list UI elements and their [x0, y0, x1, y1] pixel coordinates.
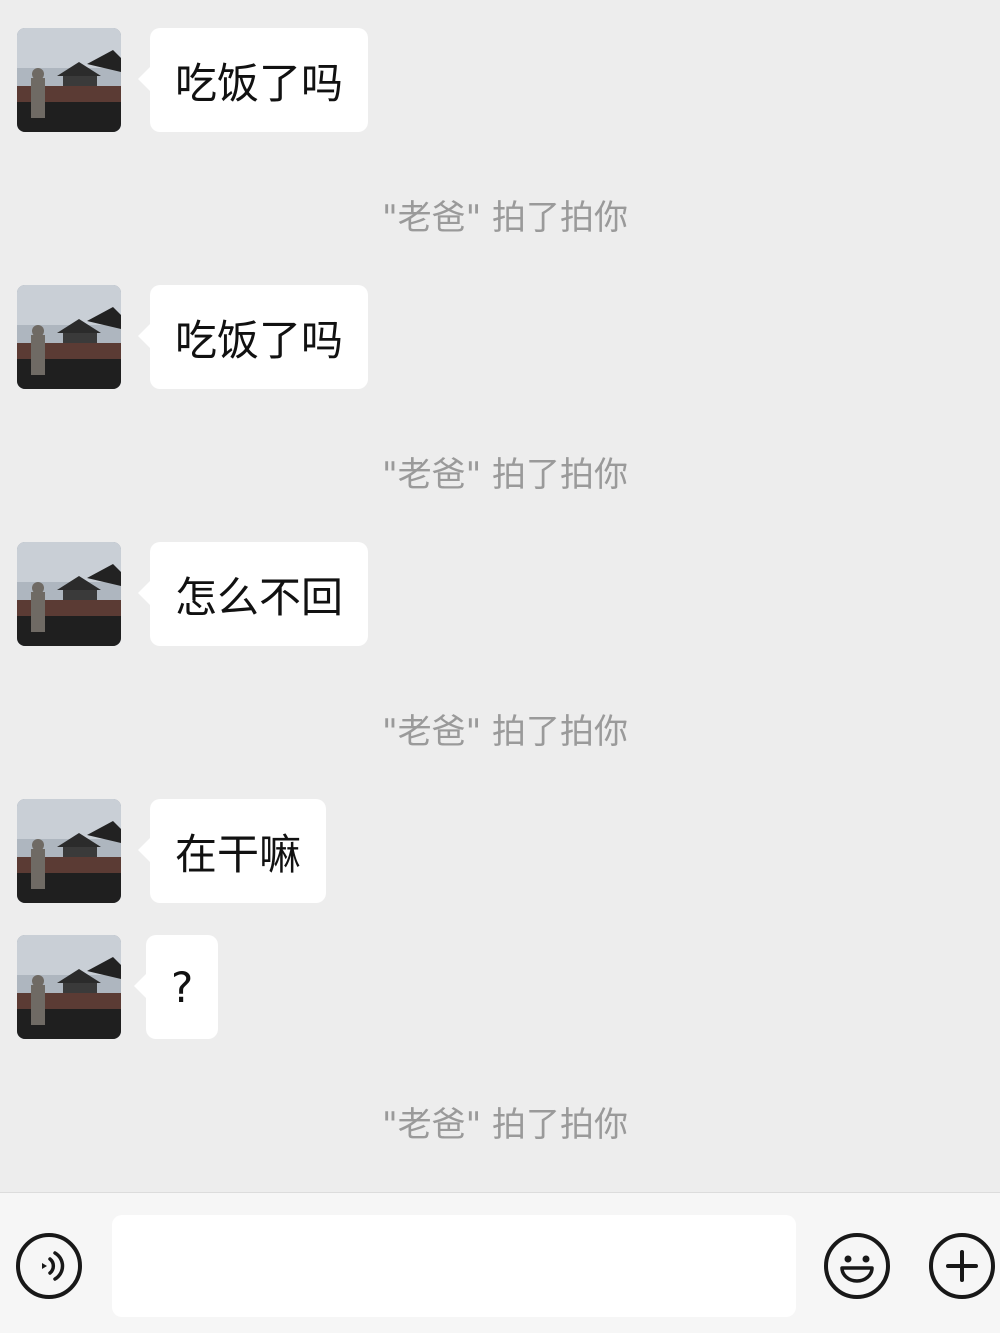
plus-icon	[946, 1250, 978, 1282]
avatar[interactable]	[17, 28, 121, 132]
message-input[interactable]	[112, 1215, 796, 1317]
voice-button[interactable]	[16, 1233, 82, 1299]
input-bar	[0, 1192, 1000, 1333]
pat-notice: "老爸" 拍了拍你	[381, 198, 629, 238]
avatar[interactable]	[17, 799, 121, 903]
voice-icon	[42, 1251, 65, 1281]
message-bubble[interactable]: ?	[133, 935, 219, 1039]
pat-notice: "老爸" 拍了拍你	[381, 1105, 629, 1145]
more-button[interactable]	[929, 1233, 995, 1299]
message-bubble[interactable]: 吃饭了吗	[137, 28, 369, 132]
avatar[interactable]	[17, 285, 121, 389]
smiley-icon	[840, 1255, 874, 1283]
chat-history: 吃饭了吗 "老爸" 拍了拍你 吃饭了吗 "老爸" 拍了拍你 怎么不回 "老爸" …	[0, 0, 1000, 1192]
pat-notice: "老爸" 拍了拍你	[381, 712, 629, 752]
emoji-button[interactable]	[824, 1233, 890, 1299]
message-bubble[interactable]: 吃饭了吗	[137, 285, 369, 389]
pat-notice: "老爸" 拍了拍你	[381, 455, 629, 495]
message-bubble[interactable]: 怎么不回	[137, 542, 369, 646]
message-bubble[interactable]: 在干嘛	[137, 799, 327, 903]
avatar[interactable]	[17, 542, 121, 646]
avatar[interactable]	[17, 935, 121, 1039]
